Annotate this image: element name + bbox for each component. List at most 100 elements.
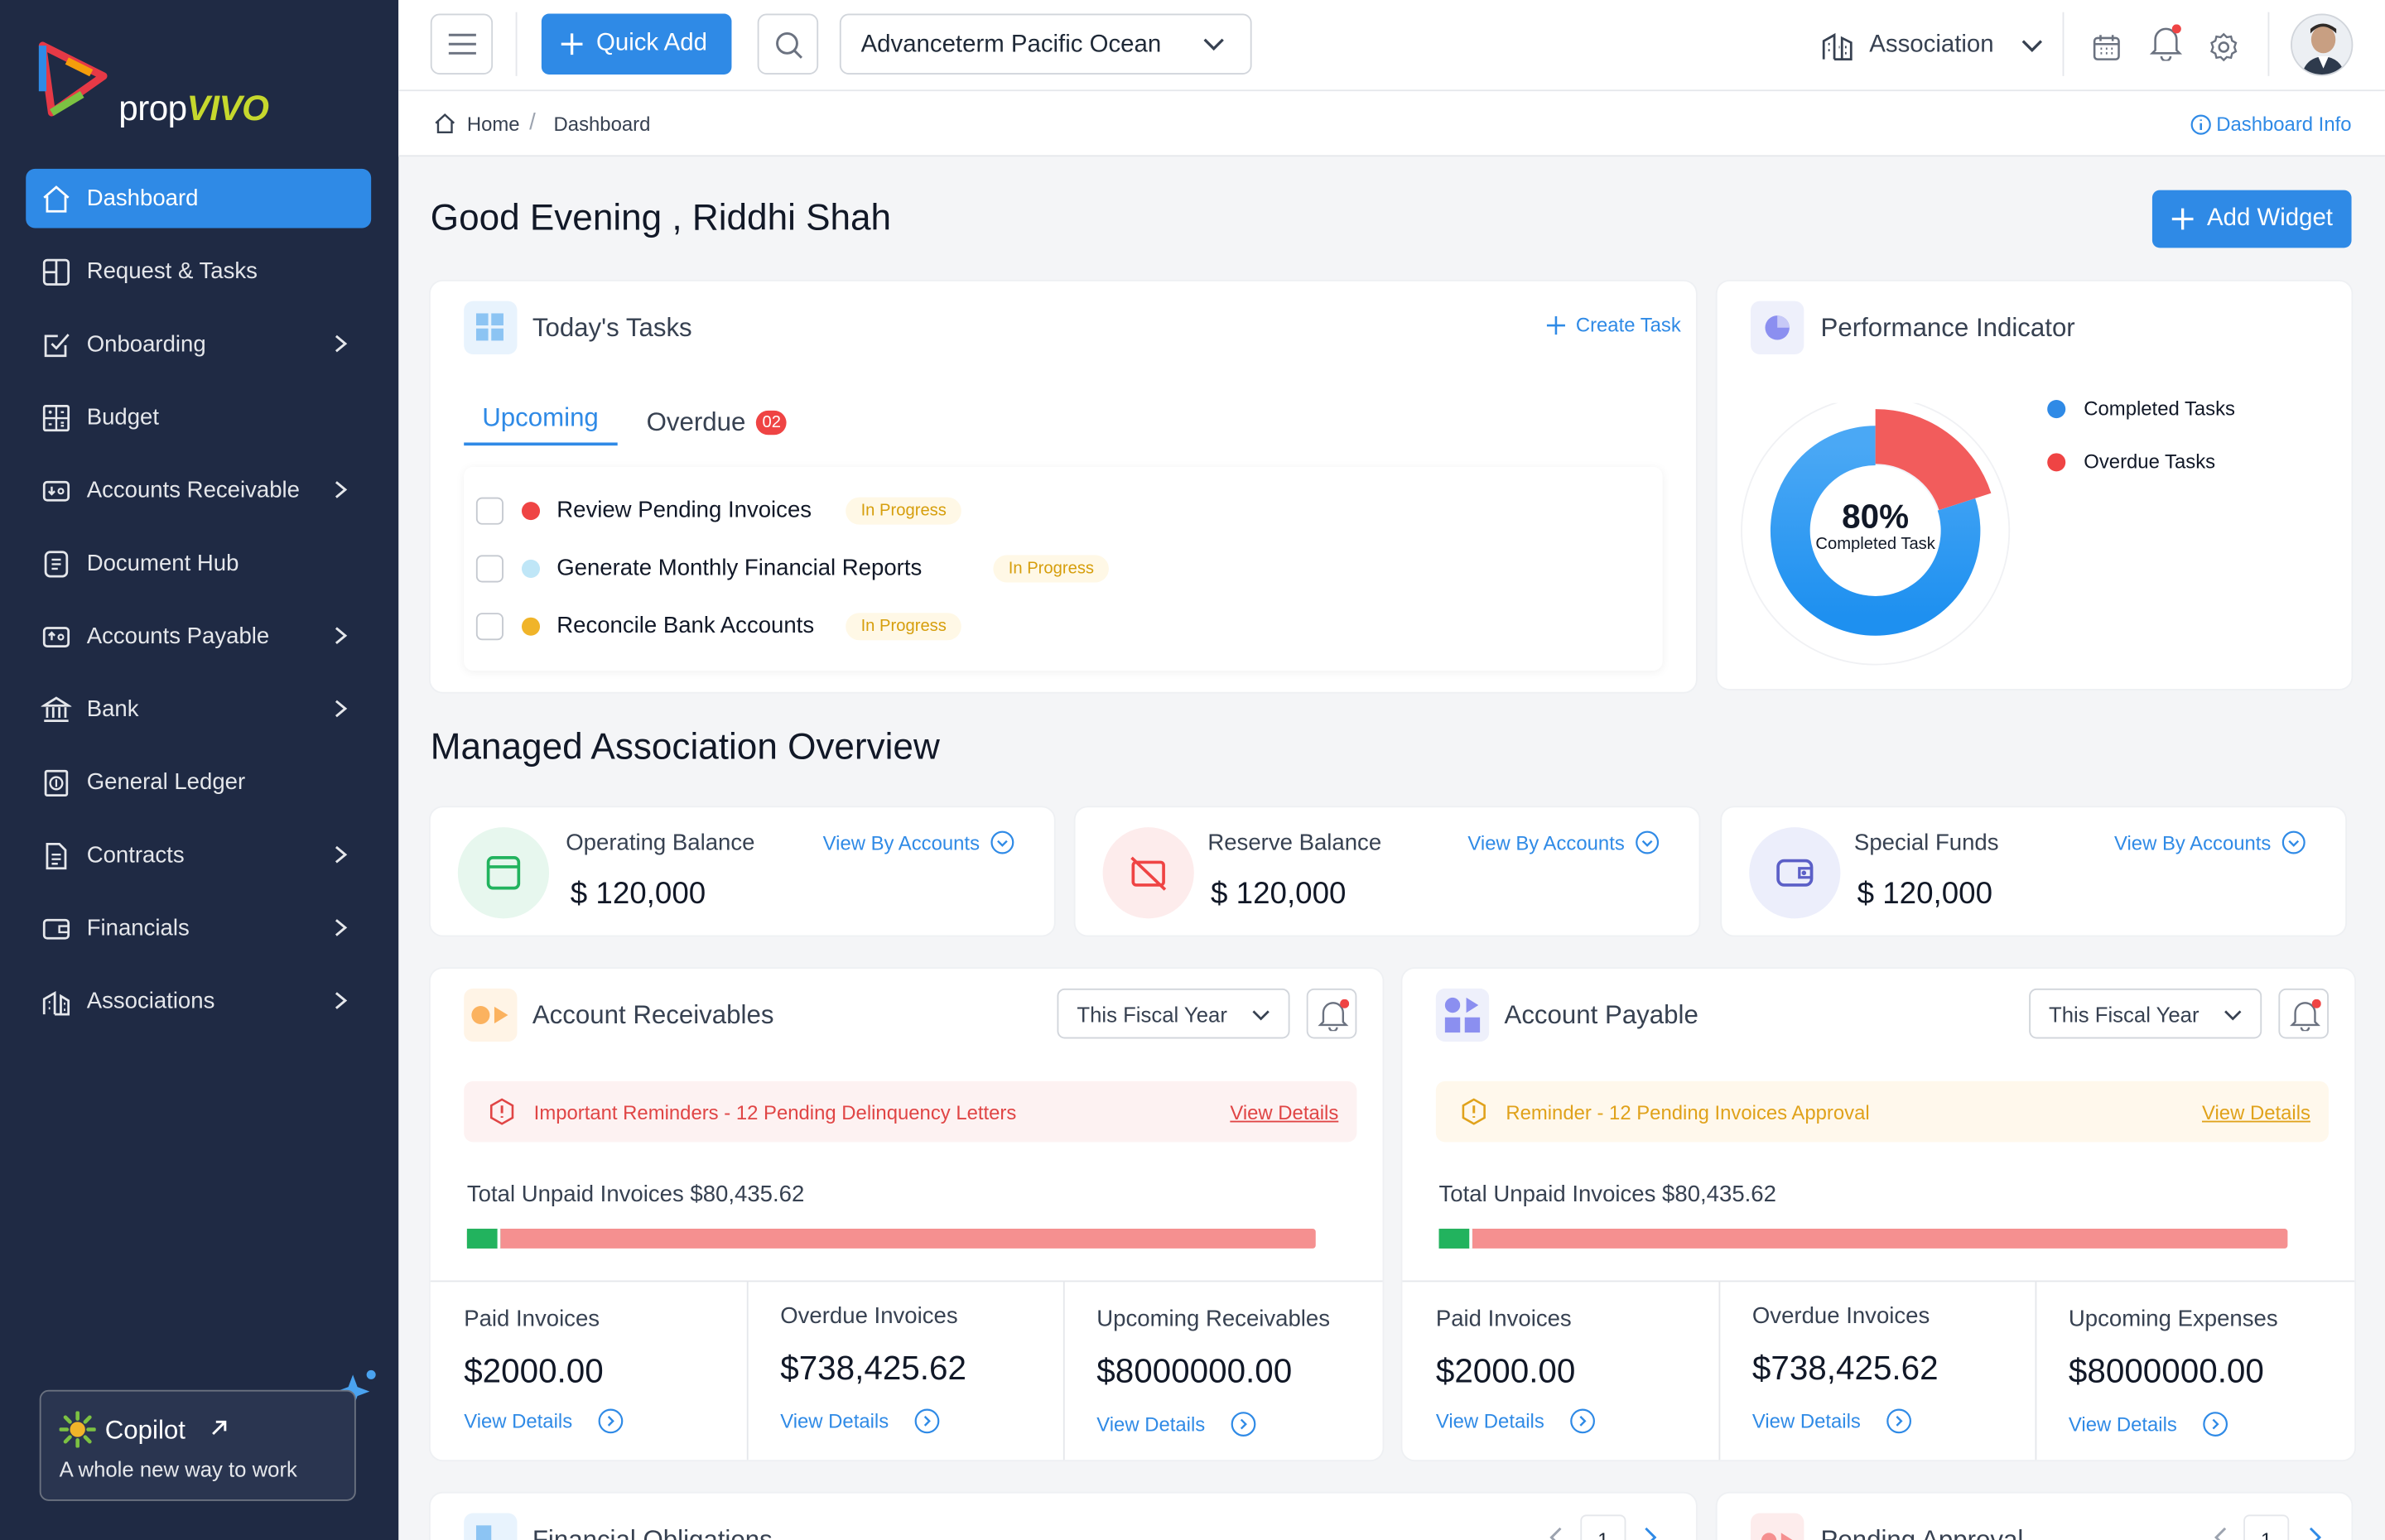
- chevron-left-icon[interactable]: [2213, 1527, 2228, 1540]
- completion-label: Completed Task: [1815, 535, 1935, 554]
- task-status-badge: In Progress: [993, 555, 1110, 583]
- paid-progress-fill: [1438, 1229, 1472, 1249]
- sidebar-item-associations[interactable]: Associations: [26, 972, 371, 1032]
- balance-label: Special Funds: [1853, 830, 1999, 857]
- stat-view-details-link[interactable]: View Details: [1096, 1411, 1256, 1437]
- sidebar-item-onboarding[interactable]: Onboarding: [26, 315, 371, 374]
- associations-icon: [42, 990, 70, 1015]
- sidebar-item-accounts-receivable[interactable]: Accounts Receivable: [26, 461, 371, 521]
- gear-icon[interactable]: [2209, 32, 2239, 63]
- chevron-circle-right-icon: [1570, 1408, 1596, 1434]
- financial-obligations-title: Financial Obligations: [532, 1525, 773, 1540]
- stat-view-details-label: View Details: [1096, 1412, 1206, 1436]
- receivables-card: Account Receivables This Fiscal Year Imp…: [430, 968, 1383, 1461]
- todays-tasks-card: Today's Tasks Create Task Upcoming Overd…: [430, 281, 1696, 692]
- chevron-down-icon: [2021, 40, 2042, 52]
- dashboard-info-link[interactable]: Dashboard Info: [2190, 113, 2352, 135]
- period-select[interactable]: This Fiscal Year: [1057, 988, 1290, 1039]
- copilot-icon: [59, 1411, 96, 1448]
- association-label: Association: [1869, 31, 1994, 58]
- chevron-circle-right-icon: [599, 1408, 624, 1434]
- sidebar-item-financials[interactable]: Financials: [26, 898, 371, 958]
- divider: [2062, 12, 2065, 76]
- balance-value: $ 120,000: [1211, 877, 1347, 912]
- quick-add-button[interactable]: Quick Add: [541, 13, 732, 75]
- top-bar: Quick Add Advanceterm Pacific Ocean Asso…: [398, 0, 2385, 92]
- calendar-icon[interactable]: [2091, 32, 2122, 63]
- chevron-right-icon[interactable]: [1643, 1527, 1658, 1540]
- stat-view-details-label: View Details: [1435, 1409, 1544, 1433]
- association-switcher[interactable]: Association: [1821, 27, 2043, 64]
- view-by-accounts-link[interactable]: View By Accounts: [2114, 830, 2306, 854]
- task-priority-dot: [521, 559, 541, 578]
- sidebar-item-accounts-payable[interactable]: Accounts Payable: [26, 607, 371, 667]
- chevron-left-icon[interactable]: [1549, 1527, 1564, 1540]
- balance-value: $ 120,000: [570, 877, 706, 912]
- sidebar-item-contracts[interactable]: Contracts: [26, 825, 371, 885]
- avatar[interactable]: [2291, 13, 2354, 76]
- stat-value: $738,425.62: [1751, 1349, 1939, 1388]
- sidebar-item-bank[interactable]: Bank: [26, 680, 371, 739]
- sidebar-item-label: Accounts Receivable: [86, 477, 300, 503]
- property-select[interactable]: Advanceterm Pacific Ocean: [839, 13, 1252, 75]
- overdue-count-badge: 02: [756, 410, 788, 436]
- task-row[interactable]: Generate Monthly Financial Reports In Pr…: [464, 540, 1662, 598]
- completion-percent: 80%: [1842, 497, 1910, 536]
- payable-title: Account Payable: [1504, 1000, 1698, 1030]
- reminder-bell-button[interactable]: [1306, 988, 1357, 1039]
- tab-overdue[interactable]: Overdue 02: [647, 407, 788, 438]
- copilot-card[interactable]: Copilot A whole new way to work: [39, 1389, 356, 1501]
- chevron-circle-down-icon: [990, 830, 1014, 854]
- period-select-value: This Fiscal Year: [1077, 1002, 1227, 1027]
- reminder-bell-button[interactable]: [2278, 988, 2329, 1039]
- create-task-link[interactable]: Create Task: [1545, 313, 1681, 336]
- sidebar-item-label: Financials: [86, 915, 190, 941]
- sidebar-item-general-ledger[interactable]: General Ledger: [26, 753, 371, 812]
- period-select[interactable]: This Fiscal Year: [2029, 988, 2262, 1039]
- add-widget-button[interactable]: Add Widget: [2151, 190, 2352, 248]
- page-number[interactable]: 1: [1580, 1514, 1626, 1540]
- reminder-view-details-link[interactable]: View Details: [2202, 1101, 2310, 1124]
- plus-icon: [1546, 315, 1565, 334]
- stat-view-details-link[interactable]: View Details: [1436, 1408, 1596, 1434]
- home-icon: [43, 185, 70, 212]
- sidebar-item-request-tasks[interactable]: Request & Tasks: [26, 242, 371, 301]
- stat-label: Upcoming Receivables: [1096, 1306, 1331, 1332]
- stat-view-details-link[interactable]: View Details: [780, 1408, 940, 1434]
- task-checkbox[interactable]: [475, 555, 504, 583]
- propvivo-logo[interactable]: propVIVO: [36, 36, 295, 134]
- tab-upcoming[interactable]: Upcoming: [464, 403, 618, 446]
- view-by-accounts-label: View By Accounts: [822, 830, 980, 854]
- balance-card: Special Funds $ 120,000 View By Accounts: [1722, 807, 2346, 936]
- task-list: Review Pending Invoices In Progress Gene…: [464, 466, 1663, 671]
- sidebar-item-label: Dashboard: [86, 185, 199, 212]
- task-row[interactable]: Reconcile Bank Accounts In Progress: [464, 598, 1662, 656]
- chevron-right-icon[interactable]: [2307, 1527, 2322, 1540]
- task-name: Reconcile Bank Accounts: [556, 613, 815, 639]
- stat-value: $2000.00: [1435, 1351, 1576, 1390]
- task-name: Review Pending Invoices: [556, 497, 812, 523]
- reminder-view-details-link[interactable]: View Details: [1230, 1101, 1338, 1124]
- task-row[interactable]: Review Pending Invoices In Progress: [464, 482, 1662, 540]
- task-checkbox[interactable]: [475, 497, 504, 525]
- stat-view-details-link[interactable]: View Details: [1752, 1408, 1912, 1434]
- contract-icon: [46, 842, 67, 869]
- view-by-accounts-label: View By Accounts: [2114, 830, 2272, 854]
- unpaid-progress-bar: [466, 1229, 1316, 1249]
- sidebar-item-budget[interactable]: Budget: [26, 387, 371, 447]
- notification-bell-icon[interactable]: [2149, 24, 2183, 61]
- search-button[interactable]: [757, 13, 819, 75]
- page-number[interactable]: 1: [2243, 1514, 2290, 1540]
- menu-toggle-button[interactable]: [430, 13, 494, 75]
- legend-swatch: [2047, 452, 2066, 471]
- stat-view-details-link[interactable]: View Details: [464, 1408, 624, 1434]
- stat-view-details-link[interactable]: View Details: [2069, 1411, 2228, 1437]
- breadcrumb-home[interactable]: Home: [467, 113, 520, 136]
- view-by-accounts-link[interactable]: View By Accounts: [1467, 830, 1660, 854]
- divider: [430, 1280, 1383, 1283]
- task-checkbox[interactable]: [475, 613, 504, 641]
- sidebar-item-dashboard[interactable]: Dashboard: [26, 168, 372, 229]
- financials-icon: [42, 917, 70, 939]
- sidebar-item-document-hub[interactable]: Document Hub: [26, 534, 371, 594]
- view-by-accounts-link[interactable]: View By Accounts: [823, 830, 1015, 854]
